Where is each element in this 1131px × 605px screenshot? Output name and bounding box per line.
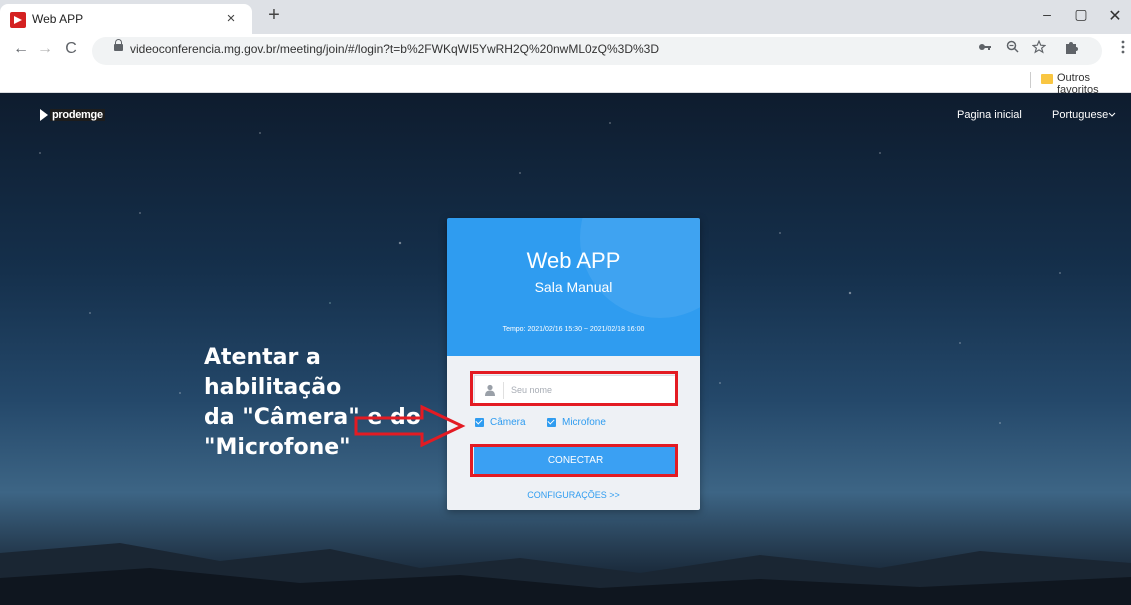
folder-icon[interactable]: [1041, 74, 1053, 84]
bookmarks-divider: [1030, 72, 1031, 88]
logo-arrow-icon: [40, 109, 48, 121]
app-title: Web APP: [526, 248, 621, 273]
url-text[interactable]: videoconferencia.mg.gov.br/meeting/join/…: [130, 42, 659, 56]
puzzle-icon[interactable]: [1062, 40, 1080, 57]
camera-label: Câmera: [490, 417, 526, 428]
lock-icon[interactable]: [114, 39, 123, 51]
tab-bar: Web APP × + – ▢ ✕: [0, 0, 1131, 34]
window-minimize-button[interactable]: –: [1032, 6, 1062, 22]
star-icon[interactable]: [1030, 39, 1048, 57]
highlight-connect-button: [470, 444, 678, 477]
tab-close-icon[interactable]: ×: [222, 10, 240, 27]
mountain-silhouette: [0, 543, 1131, 605]
bookmarks-bar: [0, 68, 1131, 93]
tab-title: Web APP: [32, 12, 84, 26]
annotation-line-1: Atentar a habilitação: [204, 345, 342, 400]
checkbox-checked-icon: [547, 418, 556, 427]
annotation-arrow-icon: [354, 404, 466, 448]
forward-button[interactable]: →: [34, 40, 56, 58]
chevron-down-icon: [1108, 112, 1116, 117]
card-header: Web APP Sala Manual Tempo: 2021/02/16 15…: [447, 218, 700, 356]
new-tab-button[interactable]: +: [262, 4, 286, 27]
room-name: Sala Manual: [534, 279, 613, 295]
camera-checkbox[interactable]: Câmera: [475, 417, 526, 428]
site-favicon-icon: [10, 12, 26, 28]
microphone-label: Microfone: [562, 417, 606, 428]
back-button[interactable]: ←: [10, 40, 32, 58]
key-icon[interactable]: [976, 40, 994, 55]
language-label: Portuguese: [1052, 109, 1109, 121]
language-selector[interactable]: Portuguese: [1052, 109, 1116, 121]
meeting-time: Tempo: 2021/02/16 15:30 ~ 2021/02/18 16:…: [502, 326, 645, 333]
menu-icon[interactable]: [1114, 40, 1131, 57]
microphone-checkbox[interactable]: Microfone: [547, 417, 606, 428]
zoom-icon[interactable]: [1003, 40, 1021, 56]
page-background: prodemge Pagina inicial Portuguese Web A…: [0, 93, 1131, 605]
settings-link[interactable]: CONFIGURAÇÕES >>: [447, 490, 700, 500]
logo-text: prodemge: [50, 109, 105, 121]
reload-button[interactable]: C: [60, 40, 82, 58]
browser-tab[interactable]: Web APP ×: [0, 4, 252, 34]
home-link[interactable]: Pagina inicial: [957, 109, 1022, 121]
highlight-name-input: [470, 371, 678, 406]
prodemge-logo[interactable]: prodemge: [40, 108, 105, 122]
window-restore-button[interactable]: ▢: [1066, 6, 1096, 23]
window-close-button[interactable]: ✕: [1100, 6, 1130, 26]
checkbox-checked-icon: [475, 418, 484, 427]
